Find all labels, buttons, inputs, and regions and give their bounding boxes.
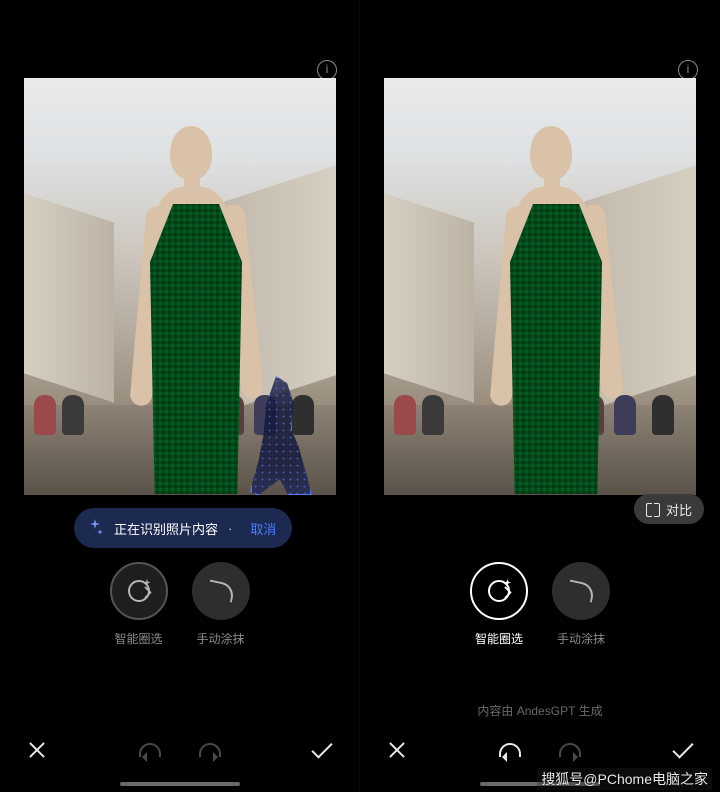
redo-icon bbox=[559, 743, 581, 757]
editor-panel-after: i 对比 智能圈选 bbox=[360, 0, 720, 792]
bg-person bbox=[292, 395, 314, 435]
tool-manual-brush[interactable]: 手动涂抹 bbox=[552, 562, 610, 647]
building-left bbox=[384, 193, 474, 402]
info-button[interactable]: i bbox=[678, 60, 698, 80]
tool-row: 智能圈选 手动涂抹 bbox=[360, 562, 720, 647]
photo-canvas[interactable] bbox=[24, 78, 336, 495]
manual-brush-icon bbox=[552, 562, 610, 620]
tool-label: 智能圈选 bbox=[475, 630, 523, 647]
bottom-bar bbox=[0, 730, 359, 770]
bottom-bar bbox=[360, 730, 720, 770]
check-icon bbox=[672, 737, 693, 758]
redo-icon bbox=[199, 743, 221, 757]
undo-icon bbox=[499, 743, 521, 757]
manual-brush-icon bbox=[192, 562, 250, 620]
compare-icon bbox=[646, 502, 660, 516]
close-icon bbox=[388, 741, 406, 759]
tool-row: 智能圈选 手动涂抹 bbox=[0, 562, 359, 647]
tool-label: 智能圈选 bbox=[114, 630, 162, 647]
undo-icon bbox=[139, 743, 161, 757]
compare-label: 对比 bbox=[666, 500, 692, 519]
loading-dots: · bbox=[228, 521, 234, 536]
sparkle-icon bbox=[86, 519, 104, 537]
tool-smart-select[interactable]: 智能圈选 bbox=[110, 562, 168, 647]
info-button[interactable]: i bbox=[317, 60, 337, 80]
editor-panel-before: i 正在识别照片内容 · 取消 智能圈 bbox=[0, 0, 360, 792]
close-button[interactable] bbox=[384, 737, 410, 763]
subject-person bbox=[120, 126, 270, 495]
status-text: 正在识别照片内容 bbox=[114, 519, 218, 538]
tool-label: 手动涂抹 bbox=[196, 630, 244, 647]
tool-smart-select[interactable]: 智能圈选 bbox=[470, 562, 528, 647]
compare-button[interactable]: 对比 bbox=[634, 494, 704, 524]
bg-person bbox=[652, 395, 674, 435]
redo-button bbox=[197, 737, 223, 763]
generation-caption: 内容由 AndesGPT 生成 bbox=[360, 702, 720, 719]
bg-person bbox=[422, 395, 444, 435]
undo-button[interactable] bbox=[497, 737, 523, 763]
confirm-button[interactable] bbox=[309, 737, 335, 763]
photo-canvas[interactable] bbox=[384, 78, 696, 495]
watermark: 搜狐号@PChome电脑之家 bbox=[537, 768, 712, 790]
smart-select-icon bbox=[470, 562, 528, 620]
check-icon bbox=[311, 737, 332, 758]
bg-person bbox=[394, 395, 416, 435]
smart-select-icon bbox=[110, 562, 168, 620]
close-icon bbox=[28, 741, 46, 759]
close-button[interactable] bbox=[24, 737, 50, 763]
redo-button bbox=[557, 737, 583, 763]
cancel-button[interactable]: 取消 bbox=[250, 519, 276, 538]
tool-label: 手动涂抹 bbox=[557, 630, 605, 647]
building-left bbox=[24, 193, 114, 402]
confirm-button[interactable] bbox=[670, 737, 696, 763]
tool-manual-brush[interactable]: 手动涂抹 bbox=[192, 562, 250, 647]
status-pill: 正在识别照片内容 · 取消 bbox=[74, 508, 292, 548]
home-indicator bbox=[120, 782, 240, 786]
bg-person bbox=[62, 395, 84, 435]
subject-person bbox=[480, 126, 630, 495]
undo-button bbox=[137, 737, 163, 763]
bg-person bbox=[34, 395, 56, 435]
